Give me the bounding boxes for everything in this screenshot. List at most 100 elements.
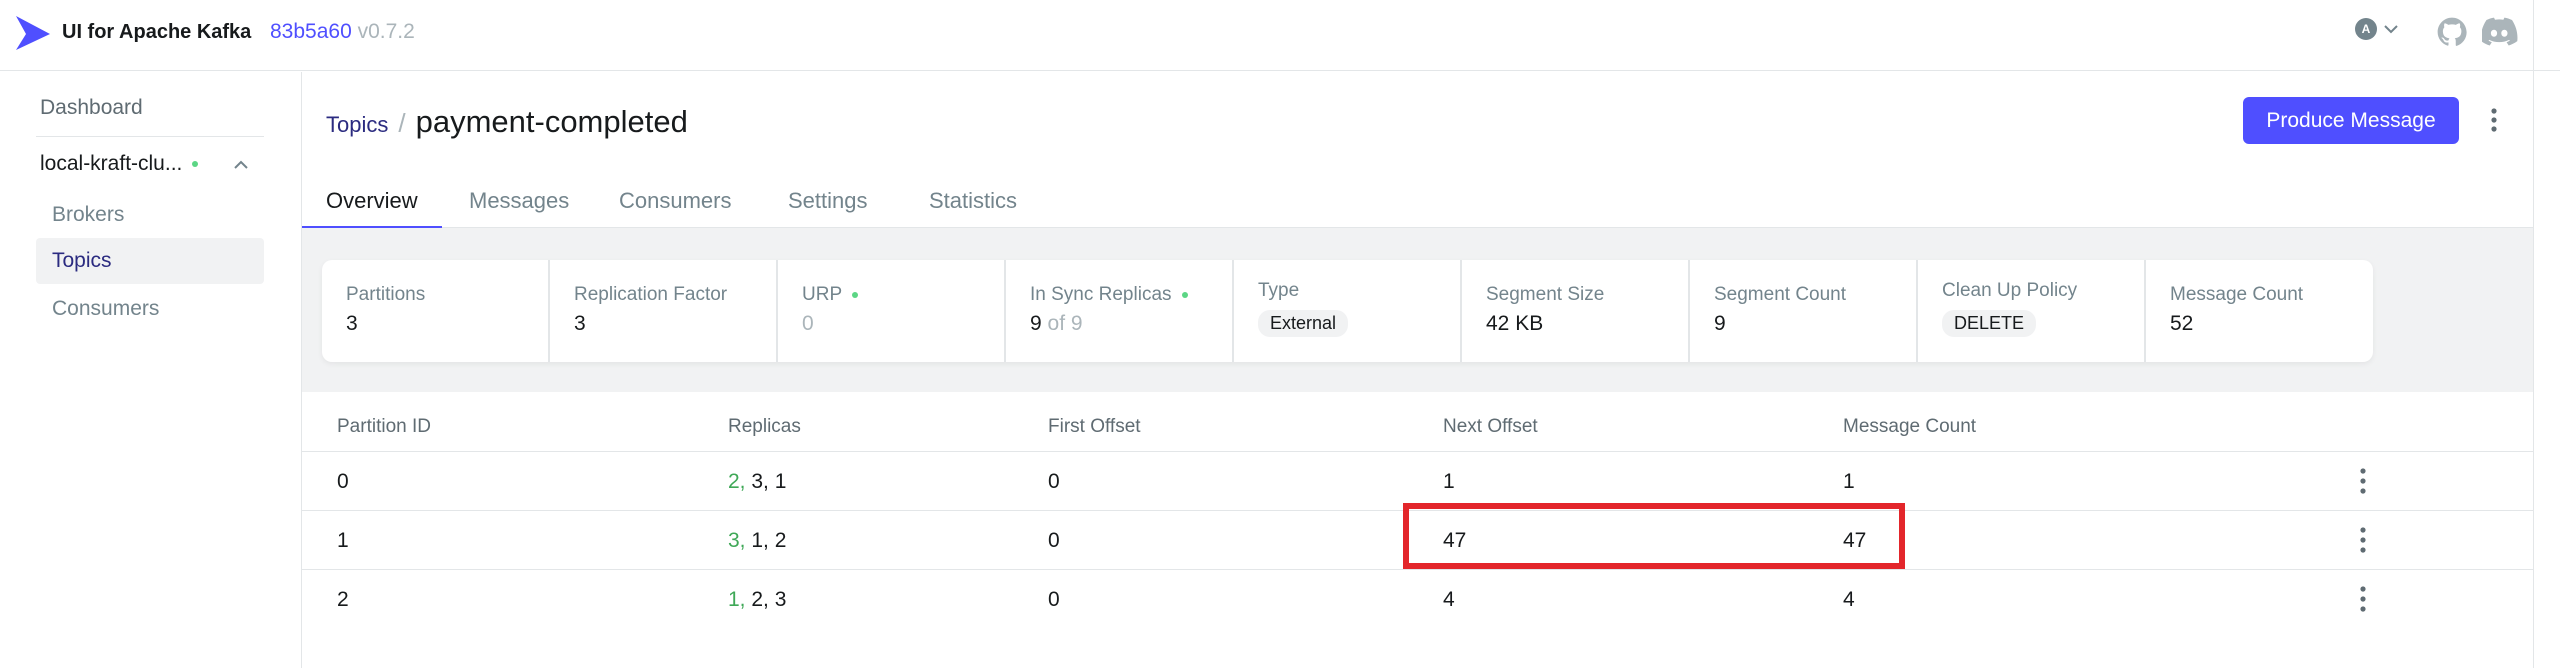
cell-replicas: 2, 3, 1 <box>728 470 786 494</box>
cell-partition-id: 0 <box>337 470 349 493</box>
partitions-table: Partition ID Replicas First Offset Next … <box>302 400 2533 629</box>
discord-icon[interactable] <box>2482 17 2518 47</box>
stat-label: Segment Count <box>1714 284 1847 305</box>
column-header-message-count: Message Count <box>1843 416 1977 437</box>
stat-segment-size: Segment Size 42 KB <box>1462 260 1690 362</box>
table-row: 2 1, 2, 3 0 4 4 <box>302 570 2533 629</box>
table-row: 1 3, 1, 2 0 47 47 <box>302 511 2533 570</box>
stat-type: Type External <box>1234 260 1462 362</box>
tab-overview[interactable]: Overview <box>302 182 442 228</box>
row-actions-icon[interactable] <box>2353 466 2373 496</box>
more-options-icon[interactable] <box>2484 106 2504 134</box>
cell-message-count: 4 <box>1843 588 1855 611</box>
stat-value: 9 <box>1030 312 1042 335</box>
stat-label: Clean Up Policy <box>1942 280 2078 301</box>
top-header: UI for Apache Kafka 83b5a60 v0.7.2 A <box>0 0 2560 71</box>
scrollbar-track <box>2533 0 2534 668</box>
stat-urp: URP 0 <box>778 260 1006 362</box>
breadcrumb: Topics / payment-completed <box>326 104 688 140</box>
cell-next-offset: 1 <box>1443 470 1455 493</box>
column-header-first-offset: First Offset <box>1048 416 1141 437</box>
tab-consumers[interactable]: Consumers <box>595 182 755 228</box>
status-dot <box>1181 292 1188 298</box>
tab-messages[interactable]: Messages <box>445 182 593 228</box>
column-header-partition-id: Partition ID <box>337 416 431 437</box>
cell-partition-id: 1 <box>337 529 349 552</box>
breadcrumb-separator: / <box>398 108 406 138</box>
produce-message-button[interactable]: Produce Message <box>2243 97 2459 144</box>
stat-value: 3 <box>346 312 358 335</box>
column-header-replicas: Replicas <box>728 416 801 437</box>
stat-message-count: Message Count 52 <box>2146 260 2373 362</box>
user-menu[interactable]: A <box>2355 18 2399 40</box>
column-header-next-offset: Next Offset <box>1443 416 1538 437</box>
sidebar-item-consumers[interactable]: Consumers <box>36 286 264 332</box>
stat-label: URP <box>802 284 843 305</box>
stat-value: 42 KB <box>1486 312 1544 335</box>
app-title[interactable]: UI for Apache Kafka <box>62 20 251 44</box>
cell-next-offset: 47 <box>1443 529 1467 552</box>
cell-partition-id: 2 <box>337 588 349 611</box>
cluster-online-indicator <box>192 161 199 167</box>
stat-segment-count: Segment Count 9 <box>1690 260 1918 362</box>
row-actions-icon[interactable] <box>2353 584 2373 614</box>
topic-stats-card: Partitions 3 Replication Factor 3 URP 0 … <box>322 260 2373 362</box>
sidebar-item-topics[interactable]: Topics <box>36 238 264 284</box>
cell-next-offset: 4 <box>1443 588 1455 611</box>
tab-statistics[interactable]: Statistics <box>905 182 1041 228</box>
stat-value-row: 9 of 9 <box>1030 312 1232 336</box>
table-row: 0 2, 3, 1 0 1 1 <box>302 452 2533 511</box>
stat-value: 0 <box>802 312 814 335</box>
cell-first-offset: 0 <box>1048 529 1060 552</box>
stat-label: Partitions <box>346 284 426 305</box>
version-label: v0.7.2 <box>357 20 415 43</box>
stat-value: 52 <box>2170 312 2194 335</box>
sidebar-item-dashboard[interactable]: Dashboard <box>40 96 143 120</box>
kafka-logo-icon[interactable] <box>14 14 52 52</box>
cell-first-offset: 0 <box>1048 588 1060 611</box>
leader-replica: 2, <box>728 470 746 493</box>
tab-settings[interactable]: Settings <box>764 182 892 228</box>
stat-replication-factor: Replication Factor 3 <box>550 260 778 362</box>
stat-value: 3 <box>574 312 586 335</box>
github-icon[interactable] <box>2437 17 2467 47</box>
leader-replica: 1, <box>728 588 746 611</box>
other-replicas: 3, 1 <box>745 470 787 493</box>
stat-label: Message Count <box>2170 284 2304 305</box>
cell-replicas: 3, 1, 2 <box>728 529 786 553</box>
sidebar-cluster-toggle[interactable]: local-kraft-clu... <box>40 152 199 176</box>
topic-tabs: Overview Messages Consumers Settings Sta… <box>302 174 2533 228</box>
sidebar-item-brokers[interactable]: Brokers <box>36 192 264 238</box>
cell-first-offset: 0 <box>1048 470 1060 493</box>
stat-label-row: In Sync Replicas <box>1030 284 1232 306</box>
stat-value: 9 <box>1714 312 1726 335</box>
type-tag: External <box>1258 310 1349 337</box>
row-actions-icon[interactable] <box>2353 525 2373 555</box>
stat-value-total: of 9 <box>1047 312 1083 335</box>
chevron-up-icon[interactable] <box>232 158 250 172</box>
chevron-down-icon <box>2384 25 2398 34</box>
stat-label: Replication Factor <box>574 284 728 305</box>
page-title: payment-completed <box>415 104 688 139</box>
sidebar: Dashboard local-kraft-clu... Brokers Top… <box>0 72 302 668</box>
version-info: 83b5a60 v0.7.2 <box>270 20 415 44</box>
leader-replica: 3, <box>728 529 746 552</box>
cell-replicas: 1, 2, 3 <box>728 588 786 612</box>
stat-label: Segment Size <box>1486 284 1605 305</box>
table-header: Partition ID Replicas First Offset Next … <box>302 400 2533 452</box>
avatar: A <box>2355 18 2377 40</box>
stat-cleanup-policy: Clean Up Policy DELETE <box>1918 260 2146 362</box>
cell-message-count: 47 <box>1843 529 1867 552</box>
other-replicas: 2, 3 <box>745 588 787 611</box>
status-dot <box>852 292 859 298</box>
other-replicas: 1, 2 <box>745 529 787 552</box>
commit-hash-link[interactable]: 83b5a60 <box>270 20 352 43</box>
cleanup-policy-tag: DELETE <box>1942 310 2037 337</box>
sidebar-divider <box>36 136 264 137</box>
breadcrumb-topics-link[interactable]: Topics <box>326 112 388 138</box>
stat-label: In Sync Replicas <box>1030 284 1172 305</box>
cluster-name: local-kraft-clu... <box>40 152 183 175</box>
cell-message-count: 1 <box>1843 470 1855 493</box>
stat-label: Type <box>1258 280 1300 301</box>
stat-partitions: Partitions 3 <box>322 260 550 362</box>
